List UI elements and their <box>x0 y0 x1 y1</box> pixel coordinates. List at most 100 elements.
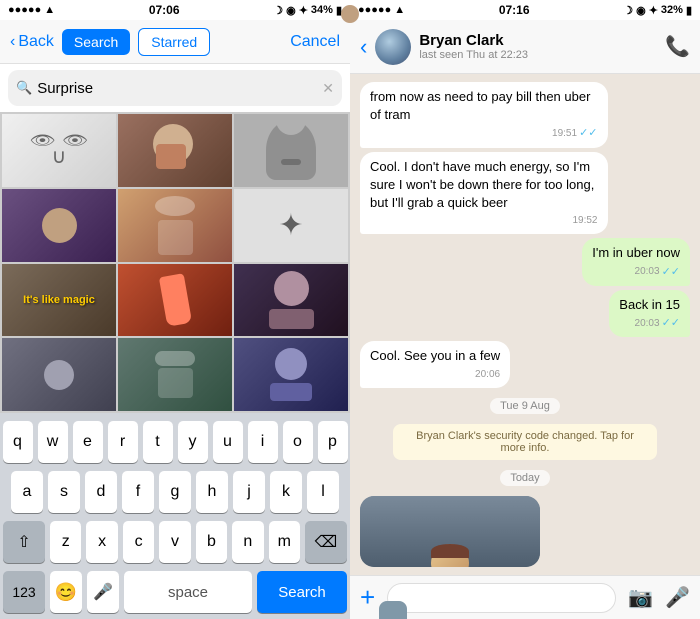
messages-area: from now as need to pay bill then uber o… <box>350 74 700 575</box>
key-q[interactable]: q <box>3 421 33 463</box>
left-battery-area: ☽ ◉ ✦ 34% ▮ <box>273 4 342 17</box>
key-k[interactable]: k <box>270 471 302 513</box>
add-attachment-button[interactable]: + <box>360 582 375 613</box>
chat-info: Bryan Clark last seen Thu at 22:23 <box>419 32 657 61</box>
gif-item-3[interactable] <box>2 189 116 262</box>
key-i[interactable]: i <box>248 421 278 463</box>
delete-key[interactable]: ⌫ <box>305 521 347 563</box>
chat-back-icon[interactable]: ‹ <box>360 34 367 60</box>
gif-item-10[interactable] <box>118 338 232 411</box>
message-input[interactable] <box>387 583 616 613</box>
left-status-bar: ●●●●● ▲ 07:06 ☽ ◉ ✦ 34% ▮ <box>0 0 350 20</box>
gif-search-bar[interactable]: 🔍 Surprise ✕ <box>8 70 342 106</box>
search-tab-button[interactable]: Search <box>62 29 130 55</box>
right-battery-icon: ▮ <box>686 4 692 17</box>
tick-icon: ✓✓ <box>662 316 680 331</box>
shift-key[interactable]: ⇧ <box>3 521 45 563</box>
mic-icon[interactable]: 🎤 <box>665 585 690 610</box>
key-u[interactable]: u <box>213 421 243 463</box>
key-z[interactable]: z <box>50 521 81 563</box>
key-t[interactable]: t <box>143 421 173 463</box>
left-panel: ●●●●● ▲ 07:06 ☽ ◉ ✦ 34% ▮ ‹ Back Search … <box>0 0 350 619</box>
left-signal: ●●●●● ▲ <box>8 4 55 16</box>
numbers-key[interactable]: 123 <box>3 571 45 613</box>
clear-search-icon[interactable]: ✕ <box>322 80 334 97</box>
emoji-key[interactable]: 😊 <box>50 571 82 613</box>
location-icon: ◉ <box>286 4 296 17</box>
key-x[interactable]: x <box>86 521 117 563</box>
key-g[interactable]: g <box>159 471 191 513</box>
key-y[interactable]: y <box>178 421 208 463</box>
search-magnifier-icon: 🔍 <box>16 80 32 96</box>
call-icon[interactable]: 📞 <box>665 34 690 59</box>
gif-item-4[interactable] <box>118 189 232 262</box>
right-signal-dots-icon: ●●●●● <box>358 4 391 16</box>
keyboard-row-2: a s d f g h j k l <box>3 471 347 513</box>
key-a[interactable]: a <box>11 471 43 513</box>
right-signal: ●●●●● ▲ <box>358 4 405 16</box>
key-n[interactable]: n <box>232 521 263 563</box>
key-s[interactable]: s <box>48 471 80 513</box>
key-m[interactable]: m <box>269 521 300 563</box>
gif-item-1[interactable] <box>118 114 232 187</box>
right-location-icon: ◉ <box>636 4 646 17</box>
key-f[interactable]: f <box>122 471 154 513</box>
key-v[interactable]: v <box>159 521 190 563</box>
mic-key[interactable]: 🎤 <box>87 571 119 613</box>
tick-icon: ✓✓ <box>662 265 680 280</box>
message-5: Cool. See you in a few 20:06 <box>360 341 510 387</box>
back-label: Back <box>18 33 54 51</box>
message-2: Cool. I don't have much energy, so I'm s… <box>360 152 608 235</box>
chat-header: ‹ Bryan Clark last seen Thu at 22:23 📞 <box>350 20 700 74</box>
key-w[interactable]: w <box>38 421 68 463</box>
gif-item-5[interactable]: ✦ <box>234 189 348 262</box>
space-key[interactable]: space <box>124 571 252 613</box>
message-time: 19:51 ✓✓ <box>370 126 598 141</box>
right-battery-percent: 32% <box>661 4 683 16</box>
avatar-image <box>375 29 411 65</box>
gif-grid: 👁 👁 ∪ <box>0 112 350 413</box>
gif-item-2[interactable] <box>234 114 348 187</box>
key-o[interactable]: o <box>283 421 313 463</box>
bluetooth-icon: ✦ <box>299 4 308 17</box>
right-status-bar: ●●●●● ▲ 07:16 ☽ ◉ ✦ 32% ▮ <box>350 0 700 20</box>
gif-item-0[interactable]: 👁 👁 ∪ <box>2 114 116 187</box>
message-text: Cool. See you in a few <box>370 347 500 365</box>
gif-item-8[interactable] <box>234 264 348 337</box>
key-e[interactable]: e <box>73 421 103 463</box>
back-button[interactable]: ‹ Back <box>10 33 54 51</box>
gif-item-9[interactable] <box>2 338 116 411</box>
back-chevron-icon: ‹ <box>10 33 15 51</box>
key-c[interactable]: c <box>123 521 154 563</box>
message-time: 20:03 ✓✓ <box>619 316 680 331</box>
signal-dots-icon: ●●●●● <box>8 4 41 16</box>
key-d[interactable]: d <box>85 471 117 513</box>
security-notice[interactable]: Bryan Clark's security code changed. Tap… <box>393 424 657 460</box>
gif-item-11[interactable] <box>234 338 348 411</box>
right-moon-icon: ☽ <box>623 4 633 17</box>
keyboard-search-key[interactable]: Search <box>257 571 347 613</box>
key-p[interactable]: p <box>318 421 348 463</box>
message-text: I'm in uber now <box>592 244 680 262</box>
left-nav-bar: ‹ Back Search Starred Cancel <box>0 20 350 64</box>
cancel-button[interactable]: Cancel <box>290 33 340 51</box>
wifi-icon: ▲ <box>44 4 55 16</box>
right-time: 07:16 <box>499 3 530 17</box>
key-b[interactable]: b <box>196 521 227 563</box>
key-r[interactable]: r <box>108 421 138 463</box>
search-input[interactable]: Surprise <box>37 80 317 97</box>
message-3: I'm in uber now 20:03 ✓✓ <box>582 238 690 286</box>
gif-content: 👍 <box>360 496 540 567</box>
right-bluetooth-icon: ✦ <box>649 4 658 17</box>
camera-icon[interactable]: 📷 <box>628 585 653 610</box>
key-j[interactable]: j <box>233 471 265 513</box>
key-l[interactable]: l <box>307 471 339 513</box>
starred-tab-button[interactable]: Starred <box>138 28 210 56</box>
key-h[interactable]: h <box>196 471 228 513</box>
keyboard: q w e r t y u i o p a s d f g h j k l ⇧ … <box>0 413 350 619</box>
gif-item-7[interactable] <box>118 264 232 337</box>
gif-item-6[interactable]: It's like magic <box>2 264 116 337</box>
message-text: Cool. I don't have much energy, so I'm s… <box>370 158 598 213</box>
avatar <box>375 29 411 65</box>
date-divider-today: Today <box>500 470 549 486</box>
